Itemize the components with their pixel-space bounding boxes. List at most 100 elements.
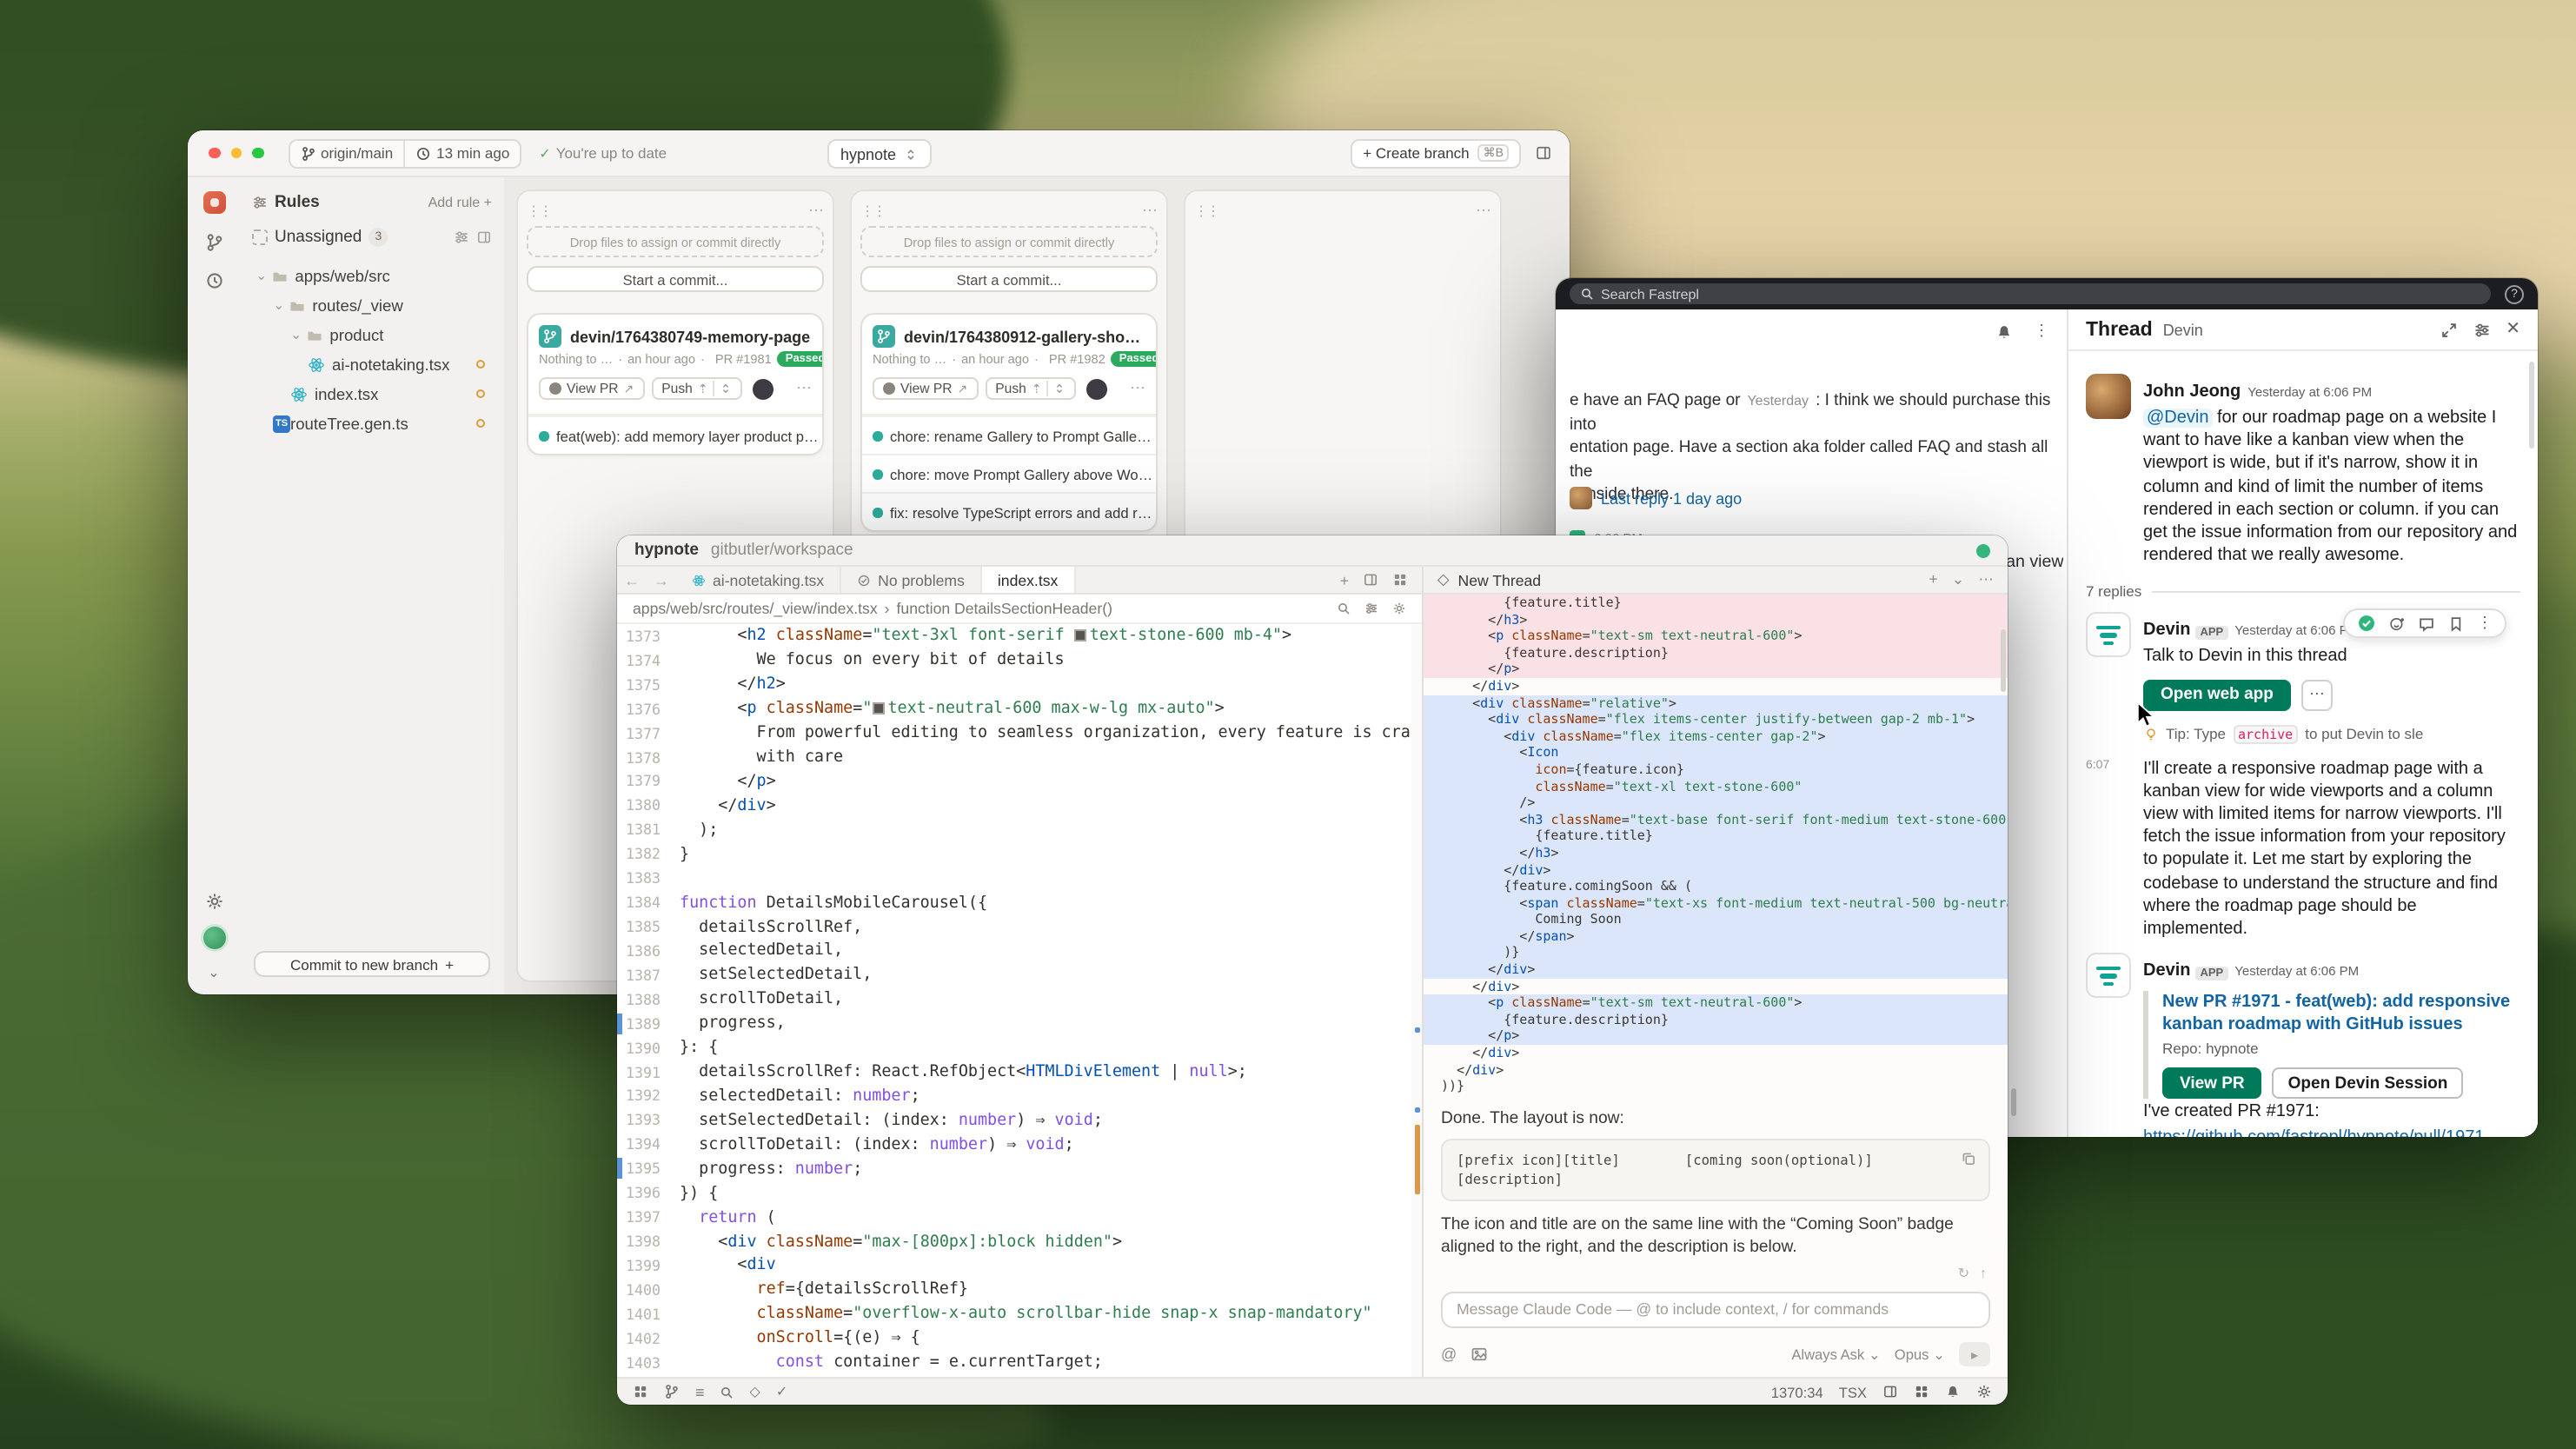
chevron-down-icon[interactable]: ⌄ bbox=[256, 269, 267, 282]
create-branch-button[interactable]: + Create branch⌘B bbox=[1351, 138, 1521, 168]
collapse-chevron-icon[interactable]: ⌄ bbox=[208, 965, 219, 980]
drag-handle-icon[interactable]: ⋮⋮ bbox=[527, 203, 551, 219]
code-line[interactable]: 1380 </div> bbox=[617, 794, 1411, 818]
reply-in-thread-icon[interactable] bbox=[2418, 615, 2435, 632]
code-line[interactable]: 1384 function DetailsMobileCarousel({ bbox=[617, 890, 1411, 914]
filter-sliders-icon[interactable] bbox=[1364, 602, 1378, 615]
code-line[interactable]: 1376 <p className="text-neutral-600 max-… bbox=[617, 697, 1411, 721]
code-line[interactable]: 1393 setSelectedDetail: (index: number) … bbox=[617, 1108, 1411, 1133]
settings-gear-icon[interactable] bbox=[1976, 1384, 1992, 1399]
list-view-icon[interactable] bbox=[454, 229, 469, 244]
tab-index-tsx[interactable]: index.tsx bbox=[982, 567, 1075, 593]
close-window-button[interactable] bbox=[209, 148, 220, 159]
author-name[interactable]: Devin bbox=[2143, 962, 2190, 981]
panel-grid-icon[interactable] bbox=[1914, 1384, 1929, 1399]
file-tree-item[interactable]: ⌄ TS ai-notetaking.tsx bbox=[252, 349, 492, 379]
commit-row[interactable]: fix: resolve TypeScript errors and add r… bbox=[862, 492, 1156, 530]
permission-mode-select[interactable]: Always Ask ⌄ bbox=[1791, 1346, 1880, 1363]
pr-number[interactable]: PR #1982 bbox=[1049, 351, 1105, 367]
cursor-position[interactable]: 1370:34 bbox=[1771, 1383, 1823, 1400]
code-editor[interactable]: 1373 <h2 className="text-3xl font-serif … bbox=[617, 624, 1411, 1377]
workspace-grid-icon[interactable] bbox=[633, 1384, 648, 1399]
git-branch-icon[interactable] bbox=[664, 1384, 680, 1399]
drag-handle-icon[interactable]: ⋮⋮ bbox=[1194, 203, 1218, 219]
panel-more-icon[interactable]: ⋯ bbox=[1978, 570, 1994, 589]
check-icon[interactable]: ✓ bbox=[776, 1384, 787, 1399]
last-reply-link[interactable]: Last reply 1 day ago bbox=[1601, 489, 1742, 507]
lane-more-icon[interactable]: ⋯ bbox=[808, 202, 824, 221]
scroll-top-icon[interactable]: ↑ bbox=[1980, 1266, 1987, 1281]
mention[interactable]: @Devin bbox=[2143, 409, 2212, 428]
mention-at-icon[interactable]: @ bbox=[1441, 1346, 1457, 1363]
code-line[interactable]: 1401 className="overflow-x-auto scrollba… bbox=[617, 1302, 1411, 1326]
split-pane-icon[interactable] bbox=[1363, 572, 1378, 588]
assistant-scrollbar[interactable] bbox=[2001, 629, 2006, 692]
search-icon[interactable] bbox=[1337, 602, 1351, 615]
search-input[interactable]: Search Fastrepl bbox=[1570, 283, 2491, 304]
code-line[interactable]: 1382 } bbox=[617, 842, 1411, 867]
chevron-down-icon[interactable]: ⌄ bbox=[290, 328, 302, 342]
pr-title-link[interactable]: New PR #1971 - feat(web): add responsive… bbox=[2162, 992, 2520, 1037]
push-button[interactable]: Push⇡ bbox=[651, 377, 742, 400]
project-switcher[interactable]: hypnote bbox=[827, 139, 931, 169]
retry-icon[interactable]: ↻ bbox=[1958, 1266, 1969, 1281]
code-line[interactable]: 1391 detailsScrollRef: React.RefObject<H… bbox=[617, 1060, 1411, 1084]
zoom-window-button[interactable] bbox=[252, 148, 263, 159]
code-line[interactable]: 1392 selectedDetail: number; bbox=[617, 1084, 1411, 1108]
author-name[interactable]: Devin bbox=[2143, 621, 2190, 641]
notifications-bell-icon[interactable] bbox=[1995, 322, 2013, 340]
open-web-app-button[interactable]: Open web app bbox=[2143, 679, 2291, 710]
commit-to-new-branch-button[interactable]: Commit to new branch+ bbox=[254, 951, 490, 977]
devin-avatar[interactable] bbox=[2086, 954, 2131, 999]
last-fetch[interactable]: 13 min ago bbox=[405, 140, 520, 166]
save-bookmark-icon[interactable] bbox=[2447, 615, 2465, 632]
branch-card[interactable]: devin/1764380912-gallery-shortcuts Nothi… bbox=[860, 313, 1158, 532]
help-icon[interactable]: ? bbox=[2505, 284, 2524, 303]
split-columns-icon[interactable] bbox=[1882, 1384, 1898, 1399]
pr-link[interactable]: https://github.com/fastrepl/hypnote/pull… bbox=[2143, 1127, 2520, 1137]
commit-row[interactable]: feat(web): add memory layer product page bbox=[528, 415, 822, 454]
code-line[interactable]: 1373 <h2 className="text-3xl font-serif … bbox=[617, 624, 1411, 648]
view-pr-button[interactable]: View PR bbox=[2162, 1068, 2262, 1100]
diagnostics-summary[interactable]: No problems bbox=[841, 567, 982, 593]
file-tree-item[interactable]: ⌄ TS index.tsx bbox=[252, 379, 492, 409]
thread-scrollbar[interactable] bbox=[2529, 362, 2534, 449]
tab-ai-notetaking[interactable]: ai-notetaking.tsx bbox=[676, 567, 841, 593]
check-reaction-icon[interactable] bbox=[2357, 614, 2376, 633]
sync-status-icon[interactable] bbox=[1976, 543, 1990, 557]
workspace-icon[interactable] bbox=[202, 191, 225, 214]
copy-icon[interactable] bbox=[1961, 1151, 1976, 1167]
file-dropzone[interactable]: Drop files to assign or commit directly bbox=[860, 226, 1158, 257]
diagnostics-diamond-icon[interactable]: ◇ bbox=[750, 1384, 760, 1399]
filter-sliders-icon[interactable] bbox=[2473, 321, 2490, 338]
file-tree-item[interactable]: ⌄ TS product bbox=[252, 320, 492, 349]
chevron-updown-icon[interactable] bbox=[1054, 382, 1066, 395]
editor-scrollbar[interactable] bbox=[1411, 624, 1422, 1377]
channel-more-icon[interactable]: ⋮ bbox=[2034, 322, 2049, 341]
code-line[interactable]: 1386 selectedDetail, bbox=[617, 939, 1411, 963]
code-line[interactable]: 1398 <div className="max-[800px]:block h… bbox=[617, 1229, 1411, 1253]
code-line[interactable]: 1395 progress: number; bbox=[617, 1157, 1411, 1181]
pr-number[interactable]: PR #1981 bbox=[715, 351, 772, 367]
commit-row[interactable]: chore: move Prompt Gallery above Workflo… bbox=[862, 454, 1156, 492]
new-tab-icon[interactable]: + bbox=[1340, 571, 1349, 588]
code-line[interactable]: 1402 onScroll={(e) ⇒ { bbox=[617, 1326, 1411, 1350]
minimize-window-button[interactable] bbox=[230, 148, 242, 159]
code-line[interactable]: 1374 We focus on every bit of details bbox=[617, 648, 1411, 673]
code-line[interactable]: 1381 ); bbox=[617, 818, 1411, 842]
commit-row[interactable]: chore: rename Gallery to Prompt Gallery … bbox=[862, 415, 1156, 454]
unassigned-section[interactable]: Unassigned 3 bbox=[252, 221, 492, 252]
breadcrumb-path[interactable]: apps/web/src/routes/_view/index.tsx bbox=[633, 600, 878, 617]
code-line[interactable]: 1379 </p> bbox=[617, 769, 1411, 794]
code-line[interactable]: 1375 </h2> bbox=[617, 673, 1411, 697]
code-line[interactable]: 1394 scrollToDetail: (index: number) ⇒ v… bbox=[617, 1133, 1411, 1157]
assistant-tab-title[interactable]: New Thread bbox=[1458, 571, 1542, 588]
file-tree-item[interactable]: ⌄ TS apps/web/src bbox=[252, 261, 492, 290]
search-icon[interactable] bbox=[720, 1385, 734, 1399]
target-branch[interactable]: origin/main bbox=[289, 140, 403, 166]
outline-list-icon[interactable]: ≡ bbox=[695, 1383, 705, 1400]
more-actions-icon[interactable]: ⋮ bbox=[2477, 614, 2493, 633]
code-line[interactable]: 1383 bbox=[617, 866, 1411, 890]
forward-icon[interactable]: → bbox=[647, 571, 676, 588]
branches-icon[interactable] bbox=[204, 233, 223, 252]
